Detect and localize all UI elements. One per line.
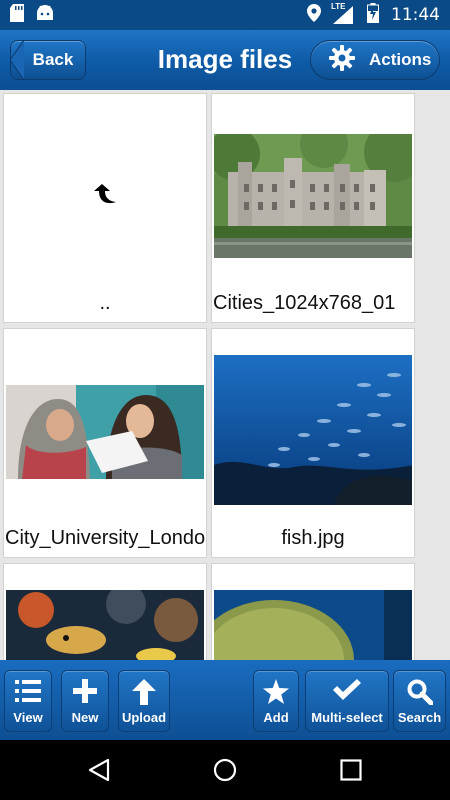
search-icon <box>407 679 434 708</box>
view-button[interactable]: View <box>4 670 52 732</box>
upload-label: Upload <box>121 710 167 725</box>
up-folder-icon <box>94 184 118 211</box>
file-tile[interactable]: .. <box>3 93 207 323</box>
checkmark-icon <box>333 679 361 704</box>
image-thumbnail <box>214 355 412 505</box>
image-thumbnail <box>6 590 204 660</box>
recents-nav-icon[interactable] <box>340 759 362 786</box>
file-tile[interactable]: City_University_London <box>3 328 207 558</box>
file-tile[interactable] <box>3 563 207 660</box>
arrow-up-icon <box>132 679 156 708</box>
add-label: Add <box>263 710 289 725</box>
new-button[interactable]: New <box>61 670 109 732</box>
back-button[interactable]: Back <box>10 40 86 80</box>
multi-select-label: Multi-select <box>311 710 383 725</box>
status-bar: LTE 11:44 <box>0 0 450 30</box>
android-icon <box>36 4 54 26</box>
sd-card-icon <box>10 3 24 27</box>
file-tile[interactable] <box>211 563 415 660</box>
clock: 11:44 <box>391 5 440 25</box>
actions-button[interactable]: Actions <box>310 40 440 80</box>
back-arrow-icon <box>10 40 24 80</box>
file-grid: .. Cities_1024x768_01 City_University_Lo… <box>0 90 450 660</box>
new-label: New <box>71 710 99 725</box>
file-name: Cities_1024x768_01 <box>213 292 396 314</box>
app-header: Back Image files Actions <box>0 30 450 90</box>
view-label: View <box>13 710 43 725</box>
add-button[interactable]: Add <box>253 670 299 732</box>
location-icon <box>307 3 321 27</box>
home-nav-icon[interactable] <box>213 758 237 787</box>
file-name: .. <box>99 292 111 314</box>
back-nav-icon[interactable] <box>88 758 110 787</box>
plus-icon <box>73 679 97 706</box>
actions-label: Actions <box>369 50 432 69</box>
multi-select-button[interactable]: Multi-select <box>305 670 389 732</box>
system-nav-bar <box>0 740 450 800</box>
file-tile[interactable]: fish.jpg <box>211 328 415 558</box>
file-name: City_University_London <box>5 527 206 549</box>
image-thumbnail <box>214 134 412 258</box>
back-label: Back <box>32 50 74 69</box>
signal-icon: LTE <box>331 2 355 24</box>
network-type: LTE <box>331 2 346 11</box>
image-thumbnail <box>214 590 412 660</box>
file-tile[interactable]: Cities_1024x768_01 <box>211 93 415 323</box>
file-name: fish.jpg <box>281 527 345 549</box>
bottom-toolbar: View New Upload Add Multi-select Search <box>0 660 450 740</box>
star-icon <box>263 679 289 708</box>
upload-button[interactable]: Upload <box>118 670 170 732</box>
search-label: Search <box>397 710 442 725</box>
image-thumbnail <box>6 385 204 479</box>
list-icon <box>15 679 41 706</box>
battery-icon <box>367 2 379 28</box>
search-button[interactable]: Search <box>393 670 446 732</box>
gear-icon <box>329 44 355 76</box>
